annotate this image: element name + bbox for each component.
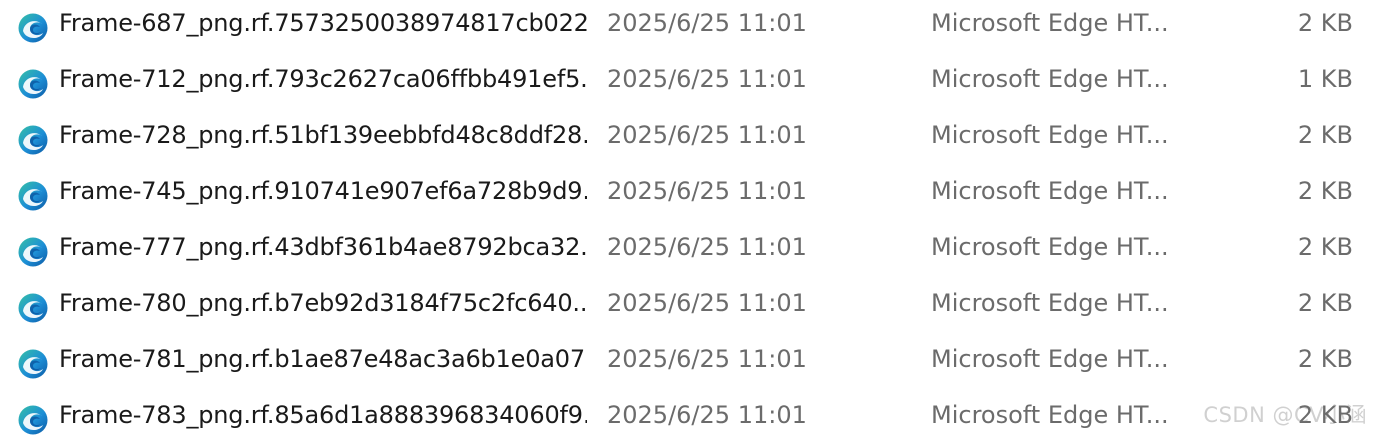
file-type: Microsoft Edge HT... — [931, 401, 1169, 429]
file-row[interactable]: Frame-780_png.rf.b7eb92d3184f75c2fc640..… — [0, 280, 1375, 336]
file-name: Frame-777_png.rf.43dbf361b4ae8792bca32..… — [59, 233, 587, 261]
file-row[interactable]: Frame-781_png.rf.b1ae87e48ac3a6b1e0a07..… — [0, 336, 1375, 392]
file-type: Microsoft Edge HT... — [931, 345, 1169, 373]
edge-icon — [17, 180, 49, 212]
file-size: 2 KB — [1297, 345, 1353, 373]
file-type: Microsoft Edge HT... — [931, 9, 1169, 37]
file-name: Frame-728_png.rf.51bf139eebbfd48c8ddf28.… — [59, 121, 587, 149]
file-size: 2 KB — [1297, 289, 1353, 317]
edge-icon — [17, 404, 49, 436]
file-date: 2025/6/25 11:01 — [607, 289, 807, 317]
file-type: Microsoft Edge HT... — [931, 233, 1169, 261]
file-date: 2025/6/25 11:01 — [607, 233, 807, 261]
file-size: 2 KB — [1297, 177, 1353, 205]
file-row[interactable]: Frame-728_png.rf.51bf139eebbfd48c8ddf28.… — [0, 112, 1375, 168]
file-size: 2 KB — [1297, 9, 1353, 37]
file-date: 2025/6/25 11:01 — [607, 401, 807, 429]
edge-icon — [17, 124, 49, 156]
file-name: Frame-783_png.rf.85a6d1a888396834060f9..… — [59, 401, 587, 429]
edge-icon — [17, 12, 49, 44]
file-list: Frame-687_png.rf.7573250038974817cb022..… — [0, 0, 1375, 435]
file-row[interactable]: Frame-777_png.rf.43dbf361b4ae8792bca32..… — [0, 224, 1375, 280]
file-type: Microsoft Edge HT... — [931, 121, 1169, 149]
file-name: Frame-780_png.rf.b7eb92d3184f75c2fc640..… — [59, 289, 587, 317]
file-row[interactable]: Frame-712_png.rf.793c2627ca06ffbb491ef5.… — [0, 56, 1375, 112]
file-name: Frame-745_png.rf.910741e907ef6a728b9d9..… — [59, 177, 587, 205]
file-name: Frame-712_png.rf.793c2627ca06ffbb491ef5.… — [59, 65, 587, 93]
file-row[interactable]: Frame-745_png.rf.910741e907ef6a728b9d9..… — [0, 168, 1375, 224]
file-size: 1 KB — [1297, 65, 1353, 93]
edge-icon — [17, 236, 49, 268]
file-name: Frame-687_png.rf.7573250038974817cb022..… — [59, 9, 587, 37]
file-date: 2025/6/25 11:01 — [607, 65, 807, 93]
edge-icon — [17, 68, 49, 100]
file-date: 2025/6/25 11:01 — [607, 9, 807, 37]
watermark: CSDN @CV小涵 — [1203, 403, 1367, 427]
file-date: 2025/6/25 11:01 — [607, 177, 807, 205]
file-name: Frame-781_png.rf.b1ae87e48ac3a6b1e0a07..… — [59, 345, 587, 373]
file-size: 2 KB — [1297, 233, 1353, 261]
file-type: Microsoft Edge HT... — [931, 65, 1169, 93]
file-size: 2 KB — [1297, 121, 1353, 149]
file-type: Microsoft Edge HT... — [931, 177, 1169, 205]
file-row[interactable]: Frame-783_png.rf.85a6d1a888396834060f9..… — [0, 392, 1375, 448]
file-row[interactable]: Frame-687_png.rf.7573250038974817cb022..… — [0, 0, 1375, 56]
edge-icon — [17, 348, 49, 380]
file-date: 2025/6/25 11:01 — [607, 345, 807, 373]
file-date: 2025/6/25 11:01 — [607, 121, 807, 149]
file-type: Microsoft Edge HT... — [931, 289, 1169, 317]
edge-icon — [17, 292, 49, 324]
